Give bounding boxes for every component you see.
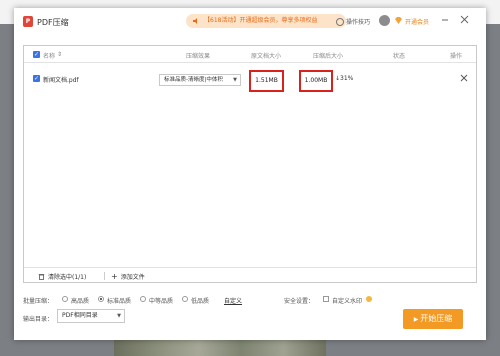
file-list-panel: ✓ 名称 ⇕ 压缩效果 原文档大小 压缩后大小 状态 操作 ✓ 新闻文档.pdf…	[23, 45, 477, 283]
col-effect: 压缩效果	[186, 53, 211, 60]
add-file-label: 添加文件	[120, 274, 145, 281]
original-size: 1.51MB	[249, 70, 284, 92]
file-name: 新闻文档.pdf	[43, 77, 79, 84]
tips-label: 操作技巧	[346, 19, 371, 26]
start-compress-label: 开始压缩	[420, 314, 453, 323]
close-icon[interactable]	[460, 15, 469, 24]
table-row[interactable]: ✓ 新闻文档.pdf 标准品质-清晰度|中体积 ▼ 1.51MB 1.00MB …	[24, 63, 476, 92]
custom-quality-link[interactable]: 自定义	[224, 296, 242, 305]
divider	[104, 272, 105, 280]
radio-low-quality[interactable]	[182, 296, 188, 302]
minimize-icon[interactable]	[441, 16, 449, 24]
select-all-checkbox[interactable]: ✓	[33, 51, 40, 58]
title-bar: P PDF压缩 【618活动】开通超级会员，尊享多项权益 操作技巧 开通会员	[14, 8, 486, 34]
app-logo-icon: P	[23, 16, 33, 27]
watermark-checkbox[interactable]	[323, 296, 329, 302]
remove-row-icon[interactable]	[460, 74, 468, 82]
tips-link[interactable]: 操作技巧	[336, 17, 370, 26]
chevron-down-icon: ▼	[233, 77, 237, 83]
quality-standard-label[interactable]: 标准品质	[107, 296, 131, 305]
compression-mode-select[interactable]: 标准品质-清晰度|中体积 ▼	[159, 74, 241, 86]
radio-medium-quality[interactable]	[140, 296, 146, 302]
batch-compress-label: 批量压缩：	[23, 298, 54, 305]
speaker-icon	[193, 18, 197, 24]
row-checkbox[interactable]: ✓	[33, 75, 40, 82]
output-dir-select[interactable]: PDF相同目录 ▼	[57, 309, 125, 323]
col-original-size: 原文档大小	[251, 53, 282, 60]
reduction-percent: ↓31%	[335, 75, 354, 82]
compressed-size: 1.00MB	[299, 70, 333, 92]
radio-high-quality[interactable]	[62, 296, 68, 302]
promo-notice[interactable]: 【618活动】开通超级会员，尊享多项权益	[186, 14, 346, 28]
col-compressed-size: 压缩后大小	[313, 53, 344, 60]
security-label: 安全设置：	[284, 298, 315, 305]
add-file-button[interactable]: + 添加文件	[111, 272, 145, 281]
plus-icon: +	[111, 271, 118, 281]
col-name[interactable]: 名称	[43, 51, 55, 60]
info-icon[interactable]	[366, 296, 372, 302]
avatar[interactable]	[379, 15, 390, 26]
options-row: 批量压缩： 高品质 标准品质 中等品质 低品质 自定义 安全设置： 自定义水印	[23, 294, 477, 308]
sort-icon[interactable]: ⇕	[57, 51, 62, 58]
quality-low-label[interactable]: 低品质	[191, 296, 209, 305]
start-compress-button[interactable]: ▶ 开始压缩	[403, 309, 463, 329]
watermark-label[interactable]: 自定义水印	[332, 296, 362, 305]
output-dir-value: PDF相同目录	[62, 312, 98, 319]
file-list-footer: 清除选中(1/1) + 添加文件	[24, 267, 476, 283]
col-status: 状态	[393, 53, 406, 60]
promo-notice-text: 【618活动】开通超级会员，尊享多项权益	[204, 17, 318, 24]
col-actions: 操作	[450, 53, 463, 60]
clear-selected-label: 清除选中(1/1)	[48, 274, 87, 281]
quality-medium-label[interactable]: 中等品质	[149, 296, 173, 305]
diamond-icon	[395, 17, 402, 24]
compression-mode-value: 标准品质-清晰度|中体积	[164, 77, 223, 83]
pdf-compress-dialog: P PDF压缩 【618活动】开通超级会员，尊享多项权益 操作技巧 开通会员 ✓	[14, 8, 486, 340]
output-dir-label: 输出目录：	[23, 316, 54, 323]
help-icon	[336, 17, 344, 26]
trash-icon	[38, 274, 45, 280]
radio-standard-quality[interactable]	[98, 296, 104, 302]
table-header: ✓ 名称 ⇕ 压缩效果 原文档大小 压缩后大小 状态 操作	[24, 46, 476, 63]
app-title: PDF压缩	[37, 18, 69, 27]
clear-selected-button[interactable]: 清除选中(1/1)	[38, 272, 86, 281]
vip-link[interactable]: 开通会员	[405, 17, 429, 26]
chevron-down-icon: ▼	[117, 313, 121, 319]
quality-high-label[interactable]: 高品质	[71, 296, 89, 305]
